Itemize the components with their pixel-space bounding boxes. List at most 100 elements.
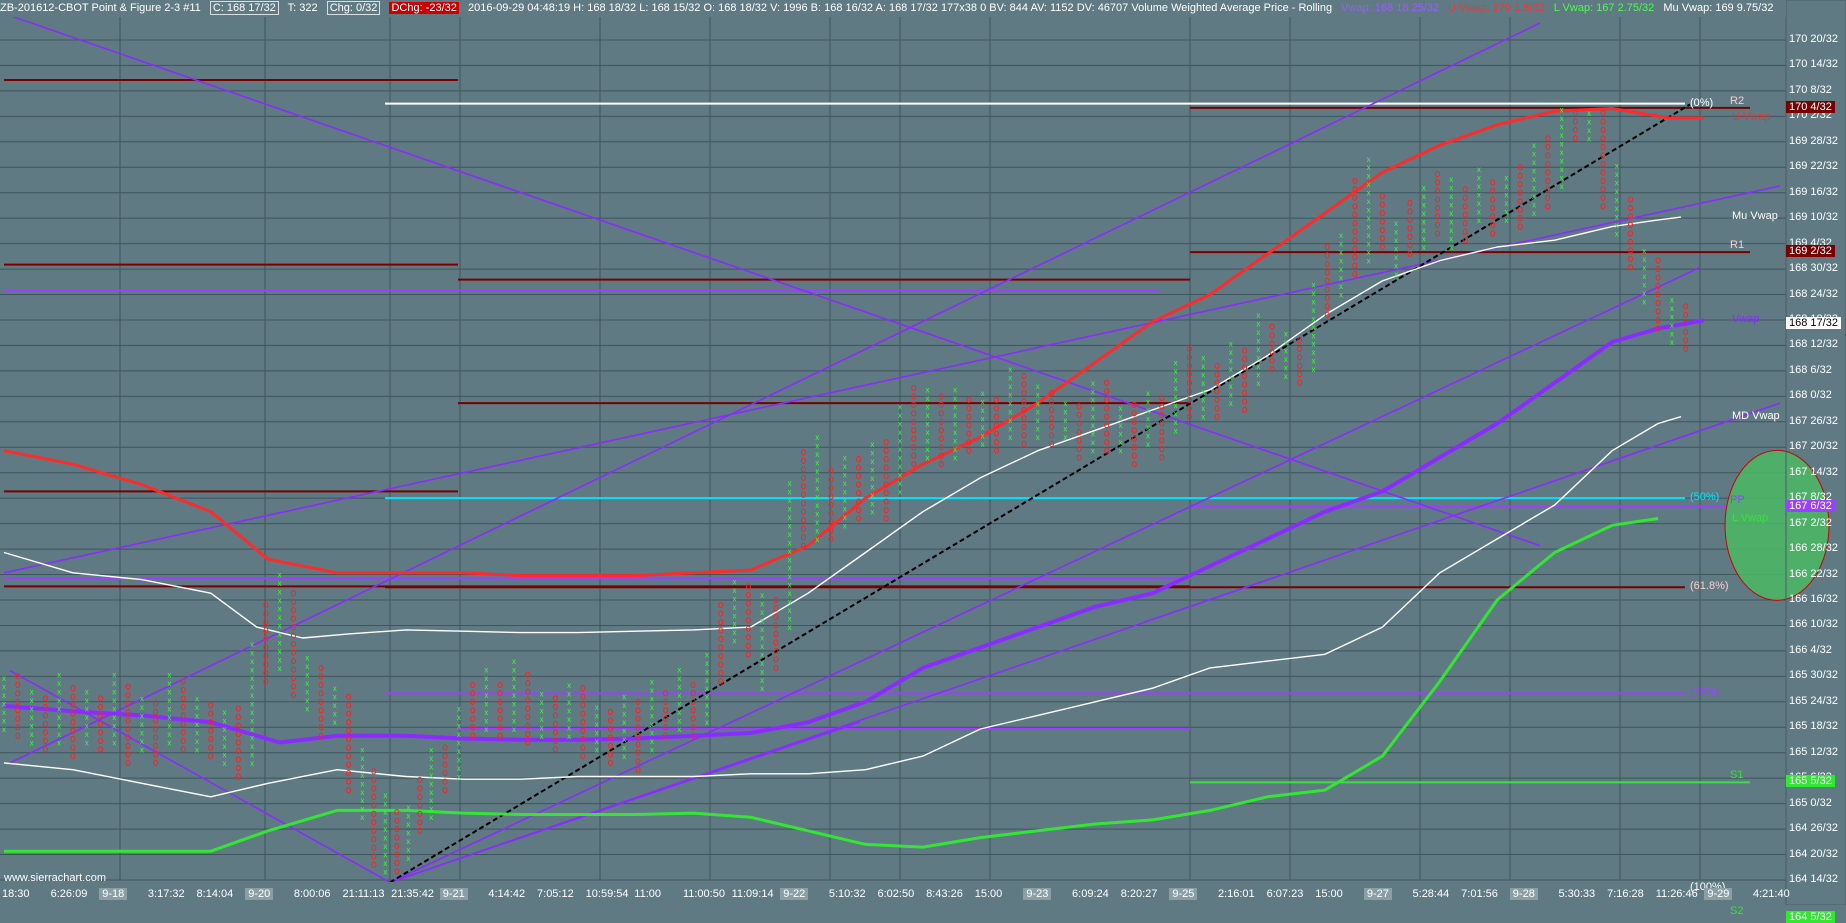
pf-x-box: x	[1036, 433, 1040, 442]
pf-x-box: x	[167, 688, 171, 697]
pf-x-box: x	[1615, 162, 1619, 171]
pivot-label-r1: R1	[1730, 239, 1745, 252]
pf-x-box: x	[429, 788, 433, 797]
pf-o-box	[525, 680, 531, 687]
pf-o-box	[153, 759, 159, 767]
pf-o-box	[718, 635, 724, 643]
x-tick-label: 6:02:50	[877, 888, 915, 900]
pf-o-box	[42, 746, 48, 753]
pf-x-box: x	[1036, 399, 1040, 408]
pf-x-box: x	[1311, 323, 1315, 332]
pf-x-box: x	[1560, 182, 1564, 191]
y-tick-label: 166 16/32	[1789, 592, 1838, 605]
pf-o-box	[1352, 245, 1358, 252]
pf-o-box	[180, 746, 186, 753]
fib-anchor-line	[389, 103, 1691, 884]
pf-x-box: x	[1367, 240, 1371, 249]
x-tick-label: 7:05:12	[537, 888, 574, 900]
pf-o-box	[1627, 204, 1633, 212]
y-tick-label: 168 12/32	[1789, 338, 1838, 351]
pf-chart[interactable]: x x x x x x x x x x x x x x x x x x x x x x x x x x x x x x x x x x x x x x x x…	[0, 0, 1846, 905]
pf-x-box: x	[1477, 216, 1481, 225]
pf-o-box	[856, 464, 862, 471]
pf-o-box	[745, 591, 751, 598]
pf-o-box	[1352, 237, 1358, 244]
pf-o-box	[1104, 413, 1110, 420]
pivot-label-r2: R2	[1730, 94, 1745, 107]
pf-x-box: x	[622, 701, 626, 710]
pf-o-box	[1049, 406, 1055, 414]
pf-x-box: x	[1670, 321, 1674, 330]
pf-o-box	[1021, 432, 1027, 439]
pf-o-box	[1407, 199, 1413, 206]
pf-x-box: x	[1118, 447, 1122, 456]
pf-x-box: x	[733, 594, 737, 603]
pf-x-box: x	[1229, 374, 1233, 383]
pf-x-box: x	[250, 674, 254, 683]
pf-o-box	[1324, 294, 1330, 302]
pf-x-box: x	[953, 403, 957, 412]
pf-o-box	[800, 491, 806, 498]
pf-x-box: x	[112, 696, 116, 705]
pf-o-box	[1379, 192, 1385, 200]
pf-x-box: x	[1201, 379, 1205, 388]
pf-x-box: x	[1091, 447, 1095, 456]
pf-x-box: x	[278, 571, 282, 580]
pf-x-box: x	[1091, 421, 1095, 430]
pf-x-box: x	[429, 762, 433, 771]
pf-x-box: x	[1036, 416, 1040, 425]
pf-x-box: x	[112, 671, 116, 680]
bar-info: 2016-09-29 04:48:19 H: 168 18/32 L: 168 …	[467, 2, 1333, 14]
x-tick-label: 15:00	[974, 888, 1003, 900]
pf-o-box	[1600, 177, 1606, 184]
pf-o-box	[1517, 206, 1523, 213]
pf-x-box: x	[1311, 306, 1315, 315]
pf-o-box	[290, 657, 296, 665]
pf-o-box	[442, 786, 448, 794]
pf-o-box	[800, 517, 806, 524]
pf-o-box	[800, 483, 806, 490]
y-tick-label: 170 8/32	[1789, 83, 1832, 96]
pf-x-box: x	[383, 791, 387, 800]
pf-x-box: x	[1642, 263, 1646, 272]
pf-x-box: x	[898, 470, 902, 479]
pf-x-box: x	[250, 666, 254, 675]
pf-o-box	[1214, 405, 1220, 412]
pf-x-box: x	[1560, 106, 1564, 115]
pf-x-box: x	[1422, 192, 1426, 201]
pf-x-box: x	[870, 491, 874, 500]
pf-o-box	[525, 730, 531, 738]
pf-x-box: x	[512, 716, 516, 725]
pf-x-box: x	[898, 487, 902, 496]
pf-x-box: x	[250, 716, 254, 725]
pf-x-box: x	[512, 657, 516, 666]
pf-x-box: x	[140, 694, 144, 703]
pf-o-box	[208, 710, 214, 717]
pf-x-box: x	[1394, 253, 1398, 262]
pf-o-box	[1517, 198, 1523, 205]
pf-x-box: x	[278, 588, 282, 597]
pf-x-box: x	[1256, 362, 1260, 371]
pf-x-box: x	[622, 752, 626, 761]
pf-x-box: x	[1284, 363, 1288, 372]
pf-x-box: x	[429, 754, 433, 763]
pf-o-box	[1490, 179, 1496, 186]
pf-o-box	[966, 430, 972, 437]
pf-x-box: x	[788, 572, 792, 581]
pf-o-box	[1655, 308, 1661, 315]
pf-x-box: x	[167, 722, 171, 731]
pf-x-box: x	[1036, 382, 1040, 391]
pf-x-box: x	[1339, 240, 1343, 249]
pf-x-box: x	[815, 526, 819, 535]
pf-o-box	[773, 605, 779, 612]
x-tick-label: 5:10:32	[828, 888, 866, 900]
pf-x-box: x	[1449, 235, 1453, 244]
pf-x-box: x	[1008, 365, 1012, 374]
pf-x-box: x	[677, 666, 681, 675]
pf-o-box	[1297, 379, 1303, 386]
pf-o-box	[371, 819, 377, 826]
pf-o-box	[1655, 257, 1661, 264]
pf-x-box: x	[622, 718, 626, 727]
pf-x-box: x	[1670, 304, 1674, 313]
pf-o-box	[1545, 177, 1551, 184]
